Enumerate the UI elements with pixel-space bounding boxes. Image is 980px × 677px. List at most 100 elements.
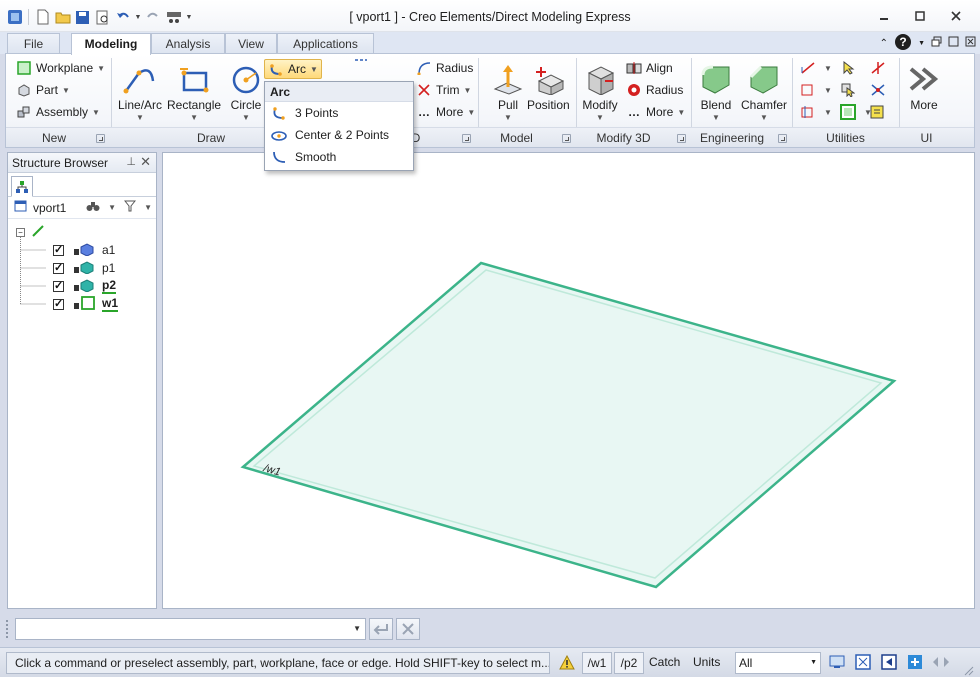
- utility-3d-button[interactable]: ▼: [800, 82, 832, 98]
- close-window-button[interactable]: [942, 6, 970, 26]
- tab-file[interactable]: File: [7, 33, 60, 54]
- engineering-launcher-icon[interactable]: [778, 134, 787, 143]
- collapse-ribbon-icon[interactable]: ⌃: [880, 38, 888, 49]
- group-label-model: Model: [500, 131, 533, 145]
- viewport-selector[interactable]: vport1 ▼ ▼: [8, 197, 156, 219]
- line-arc-button[interactable]: Line/Arc ▼: [118, 62, 162, 122]
- pin-icon[interactable]: ⊥: [126, 155, 136, 168]
- tab-analysis[interactable]: Analysis: [151, 33, 225, 54]
- command-history-dropdown-icon[interactable]: ▼: [353, 624, 361, 633]
- filter-dropdown-icon[interactable]: ▼: [144, 203, 152, 212]
- modify-button[interactable]: Modify ▼: [582, 62, 618, 122]
- active-workplane-indicator[interactable]: /w1: [582, 652, 612, 674]
- workplane-icon: [16, 60, 32, 76]
- arc-smooth-item[interactable]: Smooth: [265, 146, 413, 168]
- circle-button[interactable]: Circle ▼: [228, 62, 264, 122]
- tree-item-p1[interactable]: p1: [8, 259, 156, 277]
- tree-view-tab[interactable]: [11, 176, 33, 197]
- radius-2d-button[interactable]: Radius: [416, 60, 473, 76]
- chamfer-button[interactable]: Chamfer ▼: [741, 62, 787, 122]
- blend-button[interactable]: Blend ▼: [698, 62, 734, 122]
- position-button[interactable]: Position: [527, 62, 570, 112]
- rectangle-label: Rectangle: [167, 98, 222, 112]
- arc-dropdown-icon: ▼: [310, 64, 318, 74]
- prev-next-arrows-icon[interactable]: [931, 652, 951, 672]
- workplane-button[interactable]: Workplane ▼: [16, 60, 105, 76]
- minimize-button[interactable]: [870, 6, 898, 26]
- workplane-w1-shape[interactable]: [240, 261, 897, 589]
- units-button[interactable]: Units: [693, 655, 720, 669]
- tab-modeling[interactable]: Modeling: [71, 33, 151, 55]
- align-button[interactable]: Align: [626, 60, 673, 76]
- help-dropdown-icon[interactable]: ▼: [918, 40, 925, 47]
- line-arc-dropdown-icon: ▼: [136, 113, 144, 122]
- viewport-canvas[interactable]: /w1: [162, 152, 975, 609]
- monitor-icon[interactable]: [827, 652, 847, 672]
- pull-label: Pull: [497, 98, 518, 112]
- radius-3d-button[interactable]: Radius: [626, 82, 683, 98]
- command-input[interactable]: ▼: [15, 618, 366, 640]
- visibility-checkbox-p1[interactable]: [53, 261, 64, 274]
- trim-label: Trim: [436, 83, 460, 97]
- tree-item-w1[interactable]: w1: [8, 295, 156, 313]
- zoom-all-icon[interactable]: [905, 652, 925, 672]
- utility-select-button[interactable]: [840, 60, 860, 76]
- doc-restore-icon[interactable]: [931, 36, 942, 50]
- binoculars-icon[interactable]: [86, 200, 100, 214]
- utility-dimension-button[interactable]: ▼: [800, 104, 832, 120]
- tree-icon: [16, 180, 28, 193]
- part-button[interactable]: Part ▼: [16, 82, 70, 98]
- new-launcher-icon[interactable]: [96, 134, 105, 143]
- previous-view-icon[interactable]: [879, 652, 899, 672]
- utility-select-2-button[interactable]: [840, 82, 860, 98]
- title-bar: ▼ ▼ [ vport1 ] - Creo Elements/Direct Mo…: [0, 0, 980, 32]
- fit-view-icon[interactable]: [853, 652, 873, 672]
- utility-transform-button[interactable]: [870, 82, 890, 98]
- tree-item-p2[interactable]: p2: [8, 277, 156, 295]
- utility-axis-button[interactable]: [870, 60, 890, 76]
- utility-measure-button[interactable]: ▼: [800, 60, 832, 76]
- visibility-checkbox-p2[interactable]: [53, 279, 64, 292]
- active-part-indicator[interactable]: /p2: [614, 652, 644, 674]
- modify3d-launcher-icon[interactable]: [677, 134, 686, 143]
- help-icon[interactable]: ?: [894, 33, 912, 54]
- hidden-rect-tool-button[interactable]: [351, 58, 371, 74]
- active-part-node-icon: [74, 278, 96, 295]
- rectangle-button[interactable]: Rectangle ▼: [167, 62, 221, 122]
- visibility-checkbox-a1[interactable]: [53, 243, 64, 256]
- collapse-icon[interactable]: −: [16, 227, 25, 237]
- cancel-command-button[interactable]: [396, 618, 420, 640]
- pull-button[interactable]: Pull ▼: [490, 62, 526, 122]
- catch-button[interactable]: Catch: [649, 655, 680, 669]
- utility-note-button[interactable]: [870, 104, 890, 120]
- group-label-modify3d: Modify 3D: [596, 131, 651, 145]
- execute-command-button[interactable]: [369, 618, 393, 640]
- maximize-button[interactable]: [906, 6, 934, 26]
- trim-button[interactable]: Trim ▼: [416, 82, 471, 98]
- dashed-rectangle-icon: [351, 58, 367, 74]
- warning-icon[interactable]: [557, 652, 577, 672]
- doc-close-icon[interactable]: [965, 36, 976, 50]
- status-bar: Click a command or preselect assembly, p…: [0, 647, 980, 677]
- model-launcher-icon[interactable]: [562, 134, 571, 143]
- edit2d-launcher-icon[interactable]: [462, 134, 471, 143]
- tab-view[interactable]: View: [225, 33, 277, 54]
- tree-item-a1[interactable]: a1: [8, 241, 156, 259]
- more-2d-button[interactable]: … More ▼: [416, 104, 475, 120]
- more-3d-button[interactable]: … More ▼: [626, 104, 685, 120]
- doc-maximize-icon[interactable]: [948, 36, 959, 50]
- search-dropdown-icon[interactable]: ▼: [108, 203, 116, 212]
- filter-icon[interactable]: [124, 200, 137, 214]
- tab-applications[interactable]: Applications: [277, 33, 374, 54]
- selection-filter-dropdown[interactable]: All ▼: [735, 652, 821, 674]
- arc-center-2-points-item[interactable]: Center & 2 Points: [265, 124, 413, 146]
- arc-3-points-item[interactable]: 3 Points: [265, 102, 413, 124]
- utility-face-button[interactable]: ▼: [840, 104, 872, 120]
- visibility-checkbox-w1[interactable]: [53, 297, 64, 310]
- assembly-button[interactable]: Assembly ▼: [16, 104, 100, 120]
- close-panel-icon[interactable]: ✕: [140, 154, 151, 170]
- resize-grip-icon[interactable]: [962, 664, 974, 676]
- ui-more-button[interactable]: More: [906, 62, 942, 112]
- measure-icon: [800, 60, 816, 76]
- arc-button[interactable]: Arc ▼: [264, 59, 322, 79]
